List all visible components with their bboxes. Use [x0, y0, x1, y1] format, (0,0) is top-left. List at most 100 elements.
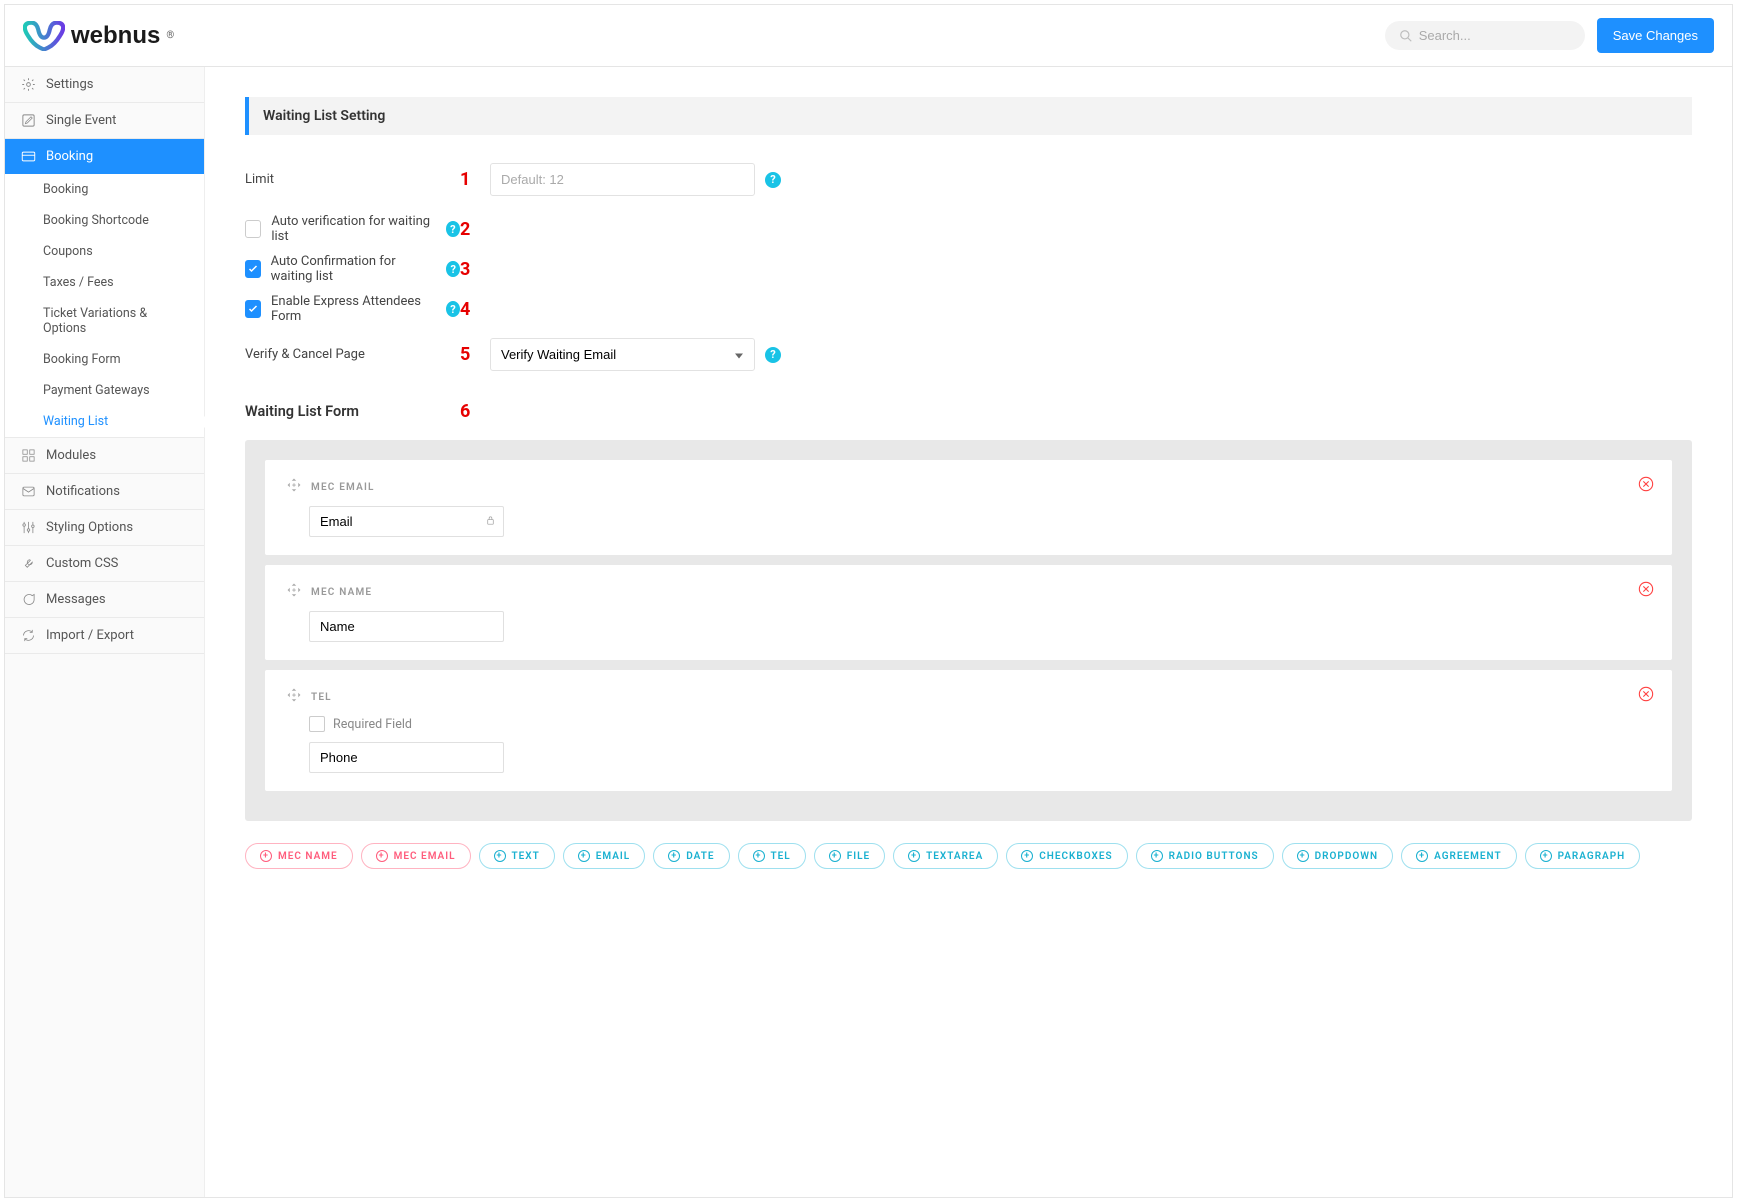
sidebar-item-import-export[interactable]: Import / Export	[5, 618, 204, 653]
field-name-input[interactable]	[309, 506, 504, 537]
registered-mark: ®	[166, 30, 174, 41]
close-circle-icon	[1638, 686, 1654, 702]
edit-icon	[21, 113, 36, 128]
plus-icon: +	[908, 850, 920, 862]
sidebar-item-settings[interactable]: Settings	[5, 67, 204, 102]
setting-express-attendees: Enable Express Attendees Form ?	[245, 294, 460, 324]
palette-mec-email[interactable]: +MEC EMAIL	[361, 843, 471, 869]
express-attendees-label: Enable Express Attendees Form	[271, 294, 432, 324]
sliders-icon	[21, 520, 36, 535]
verify-cancel-select[interactable]: Verify Waiting Email	[490, 338, 755, 371]
sidebar-item-label: Modules	[46, 448, 96, 463]
wrench-icon	[21, 556, 36, 571]
palette-radio-buttons[interactable]: +RADIO BUTTONS	[1136, 843, 1274, 869]
limit-label: Limit	[245, 172, 460, 187]
sidebar-item-label: Styling Options	[46, 520, 133, 535]
verify-cancel-label: Verify & Cancel Page	[245, 347, 460, 362]
drag-handle-icon[interactable]	[287, 478, 301, 496]
palette-email[interactable]: +EMAIL	[563, 843, 645, 869]
palette-checkboxes[interactable]: +CHECKBOXES	[1006, 843, 1127, 869]
sidebar-item-label: Settings	[46, 77, 93, 92]
sidebar-item-booking[interactable]: Booking	[5, 139, 204, 174]
sidebar-item-custom-css[interactable]: Custom CSS	[5, 546, 204, 581]
mail-icon	[21, 484, 36, 499]
palette-textarea[interactable]: +TEXTAREA	[893, 843, 998, 869]
help-icon[interactable]: ?	[446, 221, 460, 237]
sidebar-sub-coupons[interactable]: Coupons	[5, 236, 204, 267]
auto-verification-checkbox[interactable]	[245, 220, 261, 238]
sidebar-sub-payment-gateways[interactable]: Payment Gateways	[5, 375, 204, 406]
brand-name: webnus	[71, 22, 160, 50]
sidebar-sub-booking[interactable]: Booking	[5, 174, 204, 205]
annotation-6: 6	[460, 401, 490, 422]
sidebar-item-notifications[interactable]: Notifications	[5, 474, 204, 509]
palette-dropdown[interactable]: +DROPDOWN	[1282, 843, 1393, 869]
plus-icon: +	[753, 850, 765, 862]
sidebar-item-modules[interactable]: Modules	[5, 438, 204, 473]
palette-text[interactable]: +TEXT	[479, 843, 555, 869]
chat-icon	[21, 592, 36, 607]
palette-date[interactable]: +DATE	[653, 843, 729, 869]
sidebar-item-label: Custom CSS	[46, 556, 118, 571]
palette-file[interactable]: +FILE	[814, 843, 885, 869]
check-icon	[247, 263, 259, 275]
plus-icon: +	[668, 850, 680, 862]
delete-field-button[interactable]	[1638, 581, 1654, 601]
sidebar-sub-booking-form[interactable]: Booking Form	[5, 344, 204, 375]
main-content: Waiting List Setting Limit 1 ? Auto veri…	[205, 67, 1732, 1197]
sidebar-item-single-event[interactable]: Single Event	[5, 103, 204, 138]
sidebar-item-styling-options[interactable]: Styling Options	[5, 510, 204, 545]
annotation-1: 1	[460, 169, 490, 190]
plus-icon: +	[829, 850, 841, 862]
sidebar-item-messages[interactable]: Messages	[5, 582, 204, 617]
brand-logo: webnus ®	[23, 21, 174, 51]
field-name-input[interactable]	[309, 611, 504, 642]
form-field-email: MEC EMAIL	[265, 460, 1672, 555]
delete-field-button[interactable]	[1638, 686, 1654, 706]
sidebar-item-label: Messages	[46, 592, 106, 607]
drag-handle-icon[interactable]	[287, 688, 301, 706]
help-icon[interactable]: ?	[765, 347, 781, 363]
help-icon[interactable]: ?	[446, 301, 460, 317]
plus-icon: +	[1416, 850, 1428, 862]
plus-icon: +	[260, 850, 272, 862]
sidebar-sub-booking-shortcode[interactable]: Booking Shortcode	[5, 205, 204, 236]
plus-icon: +	[1021, 850, 1033, 862]
sidebar-sub-ticket-variations[interactable]: Ticket Variations & Options	[5, 298, 204, 344]
search-input[interactable]	[1419, 28, 1571, 43]
sidebar-sub-taxes-fees[interactable]: Taxes / Fees	[5, 267, 204, 298]
form-builder: MEC EMAIL	[245, 440, 1692, 821]
palette-tel[interactable]: +TEL	[738, 843, 806, 869]
help-icon[interactable]: ?	[765, 172, 781, 188]
search-input-wrap[interactable]	[1385, 21, 1585, 50]
sidebar-item-label: Import / Export	[46, 628, 134, 643]
sync-icon	[21, 628, 36, 643]
express-attendees-checkbox[interactable]	[245, 300, 261, 318]
sidebar-item-label: Booking	[46, 149, 93, 164]
drag-handle-icon[interactable]	[287, 583, 301, 601]
help-icon[interactable]: ?	[446, 261, 460, 277]
palette-paragraph[interactable]: +PARAGRAPH	[1525, 843, 1641, 869]
save-button[interactable]: Save Changes	[1597, 18, 1714, 53]
close-circle-icon	[1638, 581, 1654, 597]
field-type-label: MEC EMAIL	[311, 482, 375, 493]
auto-confirmation-checkbox[interactable]	[245, 260, 261, 278]
grid-icon	[21, 448, 36, 463]
palette-agreement[interactable]: +AGREEMENT	[1401, 843, 1517, 869]
plus-icon: +	[1540, 850, 1552, 862]
palette-mec-name[interactable]: +MEC NAME	[245, 843, 353, 869]
auto-verification-label: Auto verification for waiting list	[271, 214, 431, 244]
check-icon	[247, 303, 259, 315]
sidebar: Settings Single Event Booking Booking Bo…	[5, 67, 205, 1197]
required-checkbox[interactable]	[309, 716, 325, 732]
plus-icon: +	[578, 850, 590, 862]
plus-icon: +	[1151, 850, 1163, 862]
panel-title: Waiting List Setting	[245, 97, 1692, 135]
sidebar-item-label: Notifications	[46, 484, 120, 499]
field-name-input[interactable]	[309, 742, 504, 773]
sidebar-sub-waiting-list[interactable]: Waiting List	[5, 406, 204, 437]
annotation-2: 2	[460, 219, 490, 240]
delete-field-button[interactable]	[1638, 476, 1654, 496]
plus-icon: +	[1297, 850, 1309, 862]
limit-input[interactable]	[490, 163, 755, 196]
